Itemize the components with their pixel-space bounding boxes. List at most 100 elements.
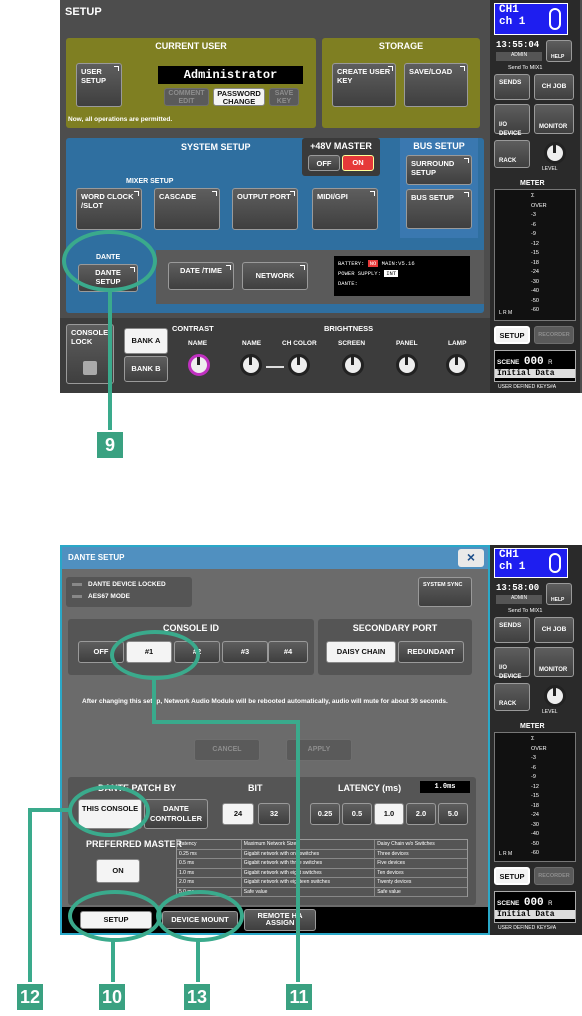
dante-controller-button[interactable]: DANTE CONTROLLER xyxy=(144,799,208,829)
ch-color-knob-label: CH COLOR xyxy=(282,340,317,347)
table-header-row: Latency Maximum Network Size Daisy Chain w… xyxy=(177,840,467,850)
redundant-button[interactable]: REDUNDANT xyxy=(398,641,464,663)
table-cell: Gigabit network with eight switches xyxy=(240,868,374,877)
latency-50[interactable]: 5.0 xyxy=(438,803,468,825)
daisy-chain-button[interactable]: DAISY CHAIN xyxy=(326,641,396,663)
meter-scale-tick: -18 xyxy=(531,259,539,266)
network-button[interactable]: NETWORK xyxy=(242,262,308,290)
save-load-button[interactable]: SAVE/LOAD xyxy=(404,63,468,107)
meter-scale-tick: -3 xyxy=(531,212,536,218)
dante-locked-label: DANTE DEVICE LOCKED xyxy=(88,581,166,588)
create-user-key-button[interactable]: CREATE USER KEY xyxy=(332,63,396,107)
level-knob[interactable] xyxy=(544,685,566,707)
close-button[interactable]: × xyxy=(458,549,484,567)
cascade-button[interactable]: CASCADE xyxy=(154,188,220,230)
user-badge: ADMIN xyxy=(496,52,542,61)
setup-side-button[interactable]: SETUP xyxy=(494,867,530,885)
surround-setup-button[interactable]: SURROUND SETUP xyxy=(406,155,472,185)
callout-line-13 xyxy=(196,940,200,982)
save-key-button[interactable]: SAVE KEY xyxy=(269,88,299,106)
latency-025[interactable]: 0.25 xyxy=(310,803,340,825)
bit-24-button[interactable]: 24 xyxy=(222,803,254,825)
recorder-button[interactable]: RECORDER xyxy=(534,326,574,344)
output-port-button[interactable]: OUTPUT PORT xyxy=(232,188,298,230)
popup-icon xyxy=(370,191,375,196)
name-knob[interactable] xyxy=(240,354,262,376)
lamp-knob[interactable] xyxy=(446,354,468,376)
help-button[interactable]: HELP xyxy=(546,583,572,605)
popup-icon xyxy=(464,192,469,197)
master48v-off-button[interactable]: OFF xyxy=(308,155,340,171)
latency-10[interactable]: 1.0 xyxy=(374,803,404,825)
latency-header: LATENCY (ms) xyxy=(338,783,402,793)
permission-text: Now, all operations are permitted. xyxy=(68,116,173,123)
master48v-on-button[interactable]: ON xyxy=(342,155,374,171)
contrast-knob[interactable] xyxy=(188,354,210,376)
word-clock-button[interactable]: WORD CLOCK /SLOT xyxy=(76,188,142,230)
rack-button[interactable]: RACK xyxy=(494,140,530,168)
table-cell: Gigabit network with one switches xyxy=(240,849,374,858)
console-lock-button[interactable]: CONSOLE LOCK xyxy=(66,324,114,384)
surround-setup-label: SURROUND SETUP xyxy=(411,159,455,177)
latency-20[interactable]: 2.0 xyxy=(406,803,436,825)
channel-display[interactable]: CH1 ch 1 xyxy=(494,548,568,578)
dante-locked-row: DANTE DEVICE LOCKED xyxy=(72,581,192,588)
screen-knob[interactable] xyxy=(342,354,364,376)
cancel-button[interactable]: CANCEL xyxy=(194,739,260,761)
bus-setup-label: BUS SETUP xyxy=(411,193,454,202)
level-knob[interactable] xyxy=(544,142,566,164)
tab-remote-ha-assign[interactable]: REMOTE HA ASSIGN xyxy=(244,909,316,931)
meter-scale-tick: -3 xyxy=(531,755,536,761)
monitor-button[interactable]: MONITOR xyxy=(534,104,574,134)
console-id-4[interactable]: #4 xyxy=(268,641,308,663)
user-setup-label: USER SETUP xyxy=(81,67,107,85)
io-device-button[interactable]: I/O DEVICE xyxy=(494,647,530,680)
system-sync-label: SYSTEM SYNC xyxy=(423,582,463,588)
panel-knob[interactable] xyxy=(396,354,418,376)
system-sync-button[interactable]: SYSTEM SYNC xyxy=(418,577,472,607)
battery-status: NO xyxy=(367,260,379,267)
ch-color-knob[interactable] xyxy=(288,354,310,376)
table-cell: Gigabit network with three switches xyxy=(240,859,374,868)
scene-box[interactable]: SCENE 000 R Initial Data xyxy=(494,891,576,923)
meter-scale-tick: -15 xyxy=(531,793,539,799)
password-change-button[interactable]: PASSWORD CHANGE xyxy=(213,88,265,106)
ch-job-button[interactable]: CH JOB xyxy=(534,74,574,100)
bus-setup-button[interactable]: BUS SETUP xyxy=(406,189,472,229)
latency-table: Latency Maximum Network Size Daisy Chain w… xyxy=(176,839,468,897)
status-box: BATTERY: NO MAIN:V5.16 POWER SUPPLY: INT… xyxy=(334,256,470,296)
bit-32-button[interactable]: 32 xyxy=(258,803,290,825)
midi-gpi-button[interactable]: MIDI/GPI xyxy=(312,188,378,230)
callout-11: 11 xyxy=(286,984,312,1010)
recorder-button[interactable]: RECORDER xyxy=(534,867,574,885)
bank-a-button[interactable]: BANK A xyxy=(124,328,168,354)
monitor-button[interactable]: MONITOR xyxy=(534,647,574,677)
setup-side-button[interactable]: SETUP xyxy=(494,326,530,344)
network-label: NETWORK xyxy=(255,271,295,280)
rack-button[interactable]: RACK xyxy=(494,683,530,711)
meter-scale-tick: -30 xyxy=(531,278,539,285)
user-setup-button[interactable]: USER SETUP xyxy=(76,63,122,107)
table-cell: Gigabit network with eighteen switches xyxy=(240,878,374,887)
bank-b-button[interactable]: BANK B xyxy=(124,356,168,382)
io-device-button[interactable]: I/O DEVICE xyxy=(494,104,530,137)
channel-display[interactable]: CH1 ch 1 xyxy=(494,3,568,35)
meter-scale-tick: -6 xyxy=(531,221,536,228)
help-button[interactable]: HELP xyxy=(546,40,572,62)
lock-status-box: DANTE DEVICE LOCKED AES67 MODE xyxy=(66,577,192,607)
callout-line-12-a xyxy=(28,808,70,812)
lock-icon xyxy=(83,361,97,375)
preferred-master-on[interactable]: ON xyxy=(96,859,140,883)
preferred-master-header: PREFERRED MASTER xyxy=(86,839,183,849)
scene-number: 000 xyxy=(523,897,544,909)
scene-box[interactable]: SCENE 000 R Initial Data xyxy=(494,350,576,382)
send-to-label: Send To MIX1 xyxy=(508,608,543,614)
date-time-button[interactable]: DATE /TIME xyxy=(168,262,234,290)
meter-label: METER xyxy=(520,723,545,730)
latency-05[interactable]: 0.5 xyxy=(342,803,372,825)
comment-edit-button[interactable]: COMMENT EDIT xyxy=(164,88,209,106)
sends-button[interactable]: SENDS xyxy=(494,74,530,100)
ch-job-button[interactable]: CH JOB xyxy=(534,617,574,643)
sends-button[interactable]: SENDS xyxy=(494,617,530,643)
console-id-3[interactable]: #3 xyxy=(222,641,268,663)
